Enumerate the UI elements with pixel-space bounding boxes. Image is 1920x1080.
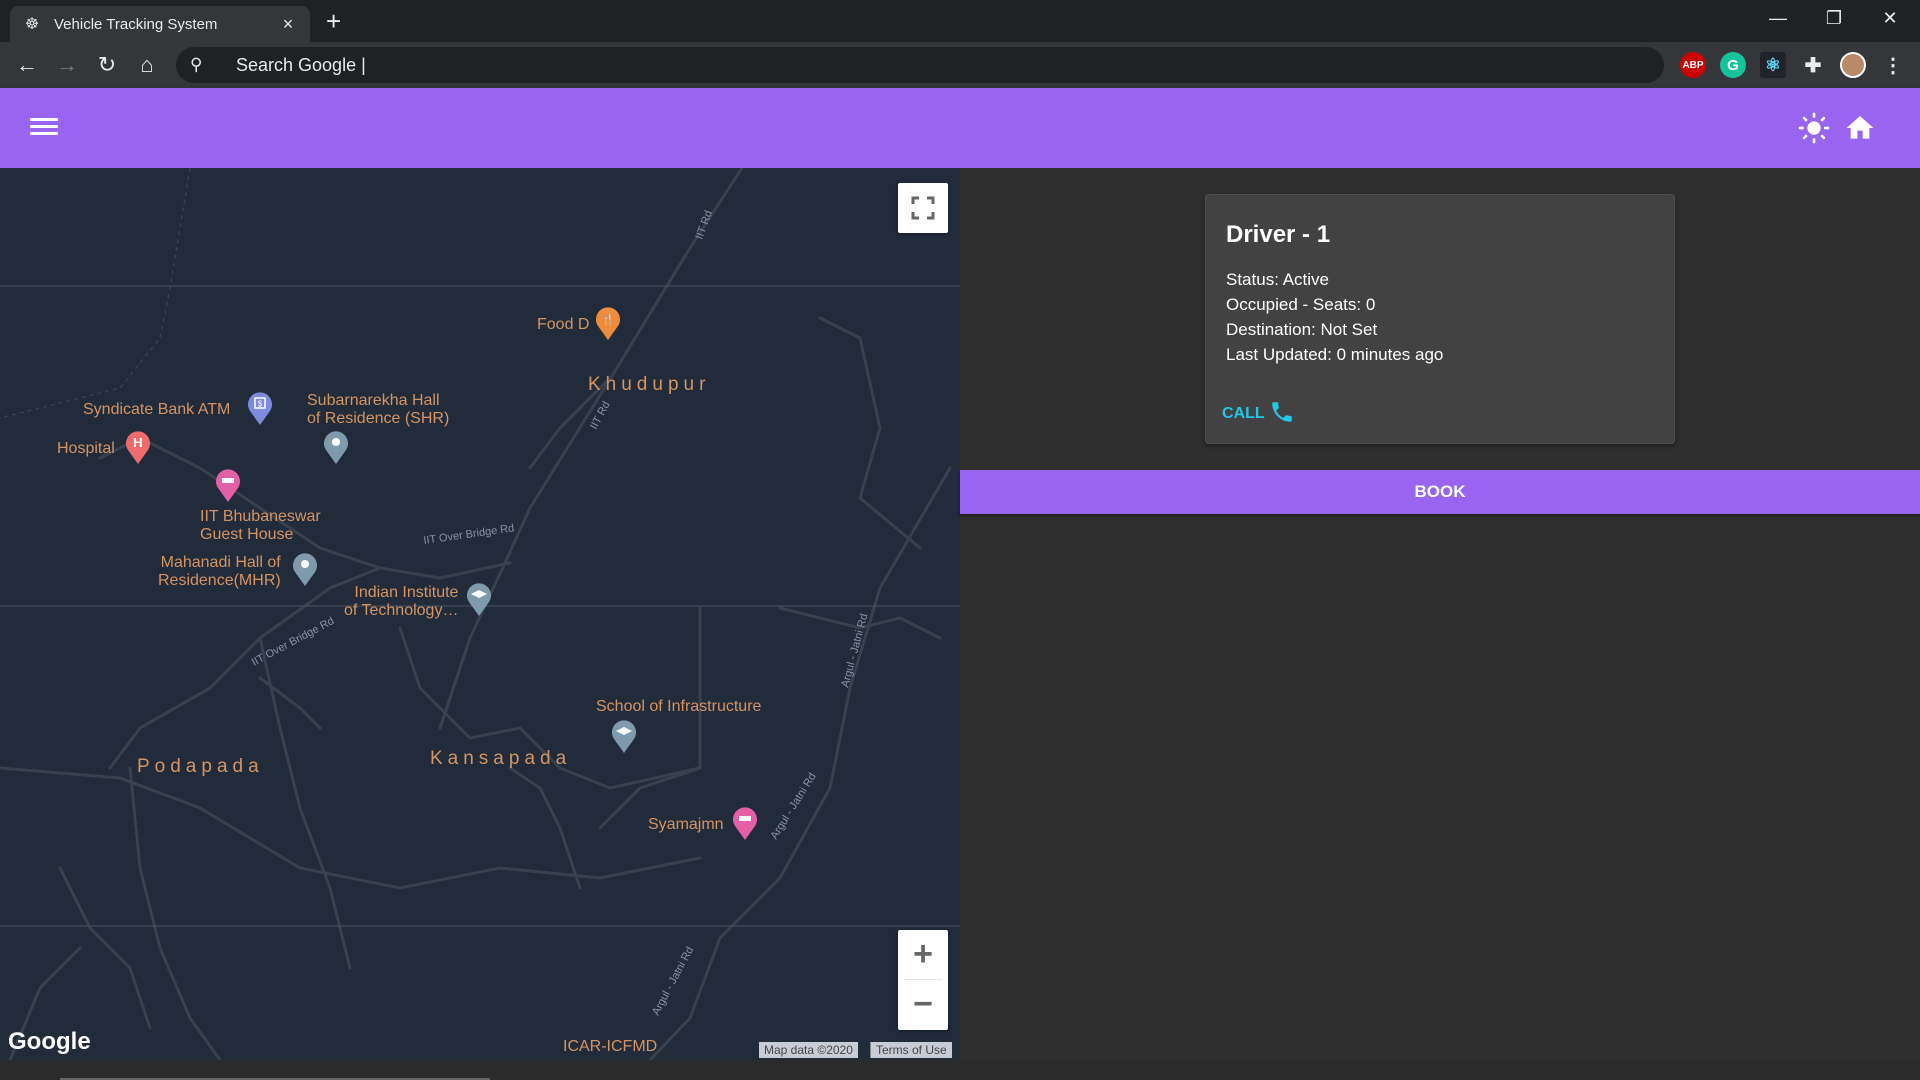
terms-of-use-link[interactable]: Terms of Use (870, 1042, 952, 1058)
fullscreen-icon (911, 196, 935, 220)
zoom-control: + − (898, 930, 948, 1030)
place-label[interactable]: IIT Bhubaneswar Guest House (200, 508, 321, 544)
road-label: IIT Rd (694, 209, 715, 241)
sun-icon[interactable] (1798, 112, 1830, 144)
driver-card: Driver - 1 Status: Active Occupied - Sea… (1205, 194, 1675, 444)
place-label[interactable]: Food D (537, 316, 589, 334)
react-devtools-icon[interactable]: ⚛ (1760, 52, 1786, 78)
place-label[interactable]: Subarnarekha Hall of Residence (SHR) (307, 392, 449, 428)
browser-toolbar: ← → ↻ ⌂ ⚲ Search Google | ABP G ⚛ ✚ ⋮ (0, 42, 1920, 88)
location-pin-icon[interactable] (323, 430, 349, 464)
address-bar[interactable]: ⚲ Search Google | (176, 47, 1664, 83)
driver-title: Driver - 1 (1226, 221, 1331, 248)
place-label[interactable]: Mahanadi Hall of Residence(MHR) (158, 554, 281, 590)
school-pin-icon[interactable] (466, 582, 492, 616)
school-pin-icon[interactable] (611, 719, 637, 753)
browser-tab[interactable]: ☸ Vehicle Tracking System × (10, 6, 310, 42)
bottom-bar (0, 1060, 1920, 1080)
place-label[interactable]: Indian Institute of Technology… (344, 584, 458, 620)
address-bar-text: Search Google | (236, 54, 366, 75)
road-label: IIT Over Bridge Rd (250, 615, 336, 669)
road-label: IIT Over Bridge Rd (423, 522, 515, 547)
app-bar (0, 88, 1920, 168)
place-label[interactable]: ICAR-ICFMD (563, 1038, 657, 1056)
window-close-icon[interactable]: ✕ (1862, 0, 1918, 36)
favicon-icon: ☸ (24, 16, 40, 33)
abp-extension-icon[interactable]: ABP (1680, 52, 1706, 78)
area-label: Khudupur (588, 374, 711, 395)
driver-panel: Driver - 1 Status: Active Occupied - Sea… (960, 168, 1920, 1080)
new-tab-button[interactable]: + (326, 8, 341, 34)
browser-tab-bar: ☸ Vehicle Tracking System × + — ❐ ✕ (0, 0, 1920, 42)
map[interactable]: IIT Rd IIT Rd IIT Over Bridge Rd IIT Ove… (0, 168, 960, 1060)
restaurant-pin-icon[interactable]: 🍴 (595, 306, 621, 340)
google-logo: Google (8, 1028, 91, 1055)
place-label[interactable]: School of Infrastructure (596, 698, 761, 716)
place-label[interactable]: Syndicate Bank ATM (83, 401, 230, 419)
driver-destination: Destination: Not Set (1226, 320, 1378, 339)
area-label: Podapada (137, 756, 264, 777)
minimize-icon[interactable]: — (1750, 0, 1806, 36)
road-label: IIT Rd (588, 399, 613, 431)
call-button[interactable]: CALL (1222, 402, 1295, 425)
driver-last-updated: Last Updated: 0 minutes ago (1226, 345, 1444, 364)
restore-icon[interactable]: ❐ (1806, 0, 1862, 36)
search-icon: ⚲ (190, 55, 203, 74)
phone-icon (1271, 402, 1292, 422)
zoom-out-button[interactable]: − (898, 980, 948, 1029)
book-button[interactable]: BOOK (960, 470, 1920, 514)
svg-text:H: H (133, 435, 142, 450)
fullscreen-button[interactable] (898, 183, 948, 233)
tab-title: Vehicle Tracking System (54, 15, 218, 33)
extensions-puzzle-icon[interactable]: ✚ (1800, 52, 1826, 78)
place-label[interactable]: Syamajmn (648, 816, 724, 834)
road-label: Argul - Jatni Rd (650, 945, 696, 1018)
hotel-pin-icon[interactable] (215, 468, 241, 502)
hospital-pin-icon[interactable]: H (125, 430, 151, 464)
back-icon[interactable]: ← (12, 50, 42, 80)
svg-text:$: $ (258, 400, 263, 409)
close-tab-icon[interactable]: × (278, 14, 298, 35)
more-menu-icon[interactable]: ⋮ (1880, 52, 1906, 78)
driver-seats: Occupied - Seats: 0 (1226, 295, 1376, 314)
hotel-pin-icon[interactable] (732, 806, 758, 840)
area-label: Kansapada (430, 748, 572, 769)
place-label[interactable]: Hospital (57, 440, 115, 458)
location-pin-icon[interactable] (292, 552, 318, 586)
home-icon[interactable] (1844, 112, 1876, 144)
driver-status: Status: Active (1226, 270, 1329, 289)
road-label: Argul - Jatni Rd (768, 771, 818, 842)
zoom-in-button[interactable]: + (904, 930, 942, 980)
menu-icon[interactable] (30, 114, 58, 142)
home-browser-icon[interactable]: ⌂ (132, 50, 162, 80)
atm-pin-icon[interactable]: $ (247, 391, 273, 425)
forward-icon[interactable]: → (52, 50, 82, 80)
grammarly-extension-icon[interactable]: G (1720, 52, 1746, 78)
map-data-attribution: Map data ©2020 (759, 1042, 858, 1058)
call-label: CALL (1222, 405, 1265, 422)
svg-text:🍴: 🍴 (601, 313, 615, 326)
reload-icon[interactable]: ↻ (92, 50, 122, 80)
profile-avatar[interactable] (1840, 52, 1866, 78)
